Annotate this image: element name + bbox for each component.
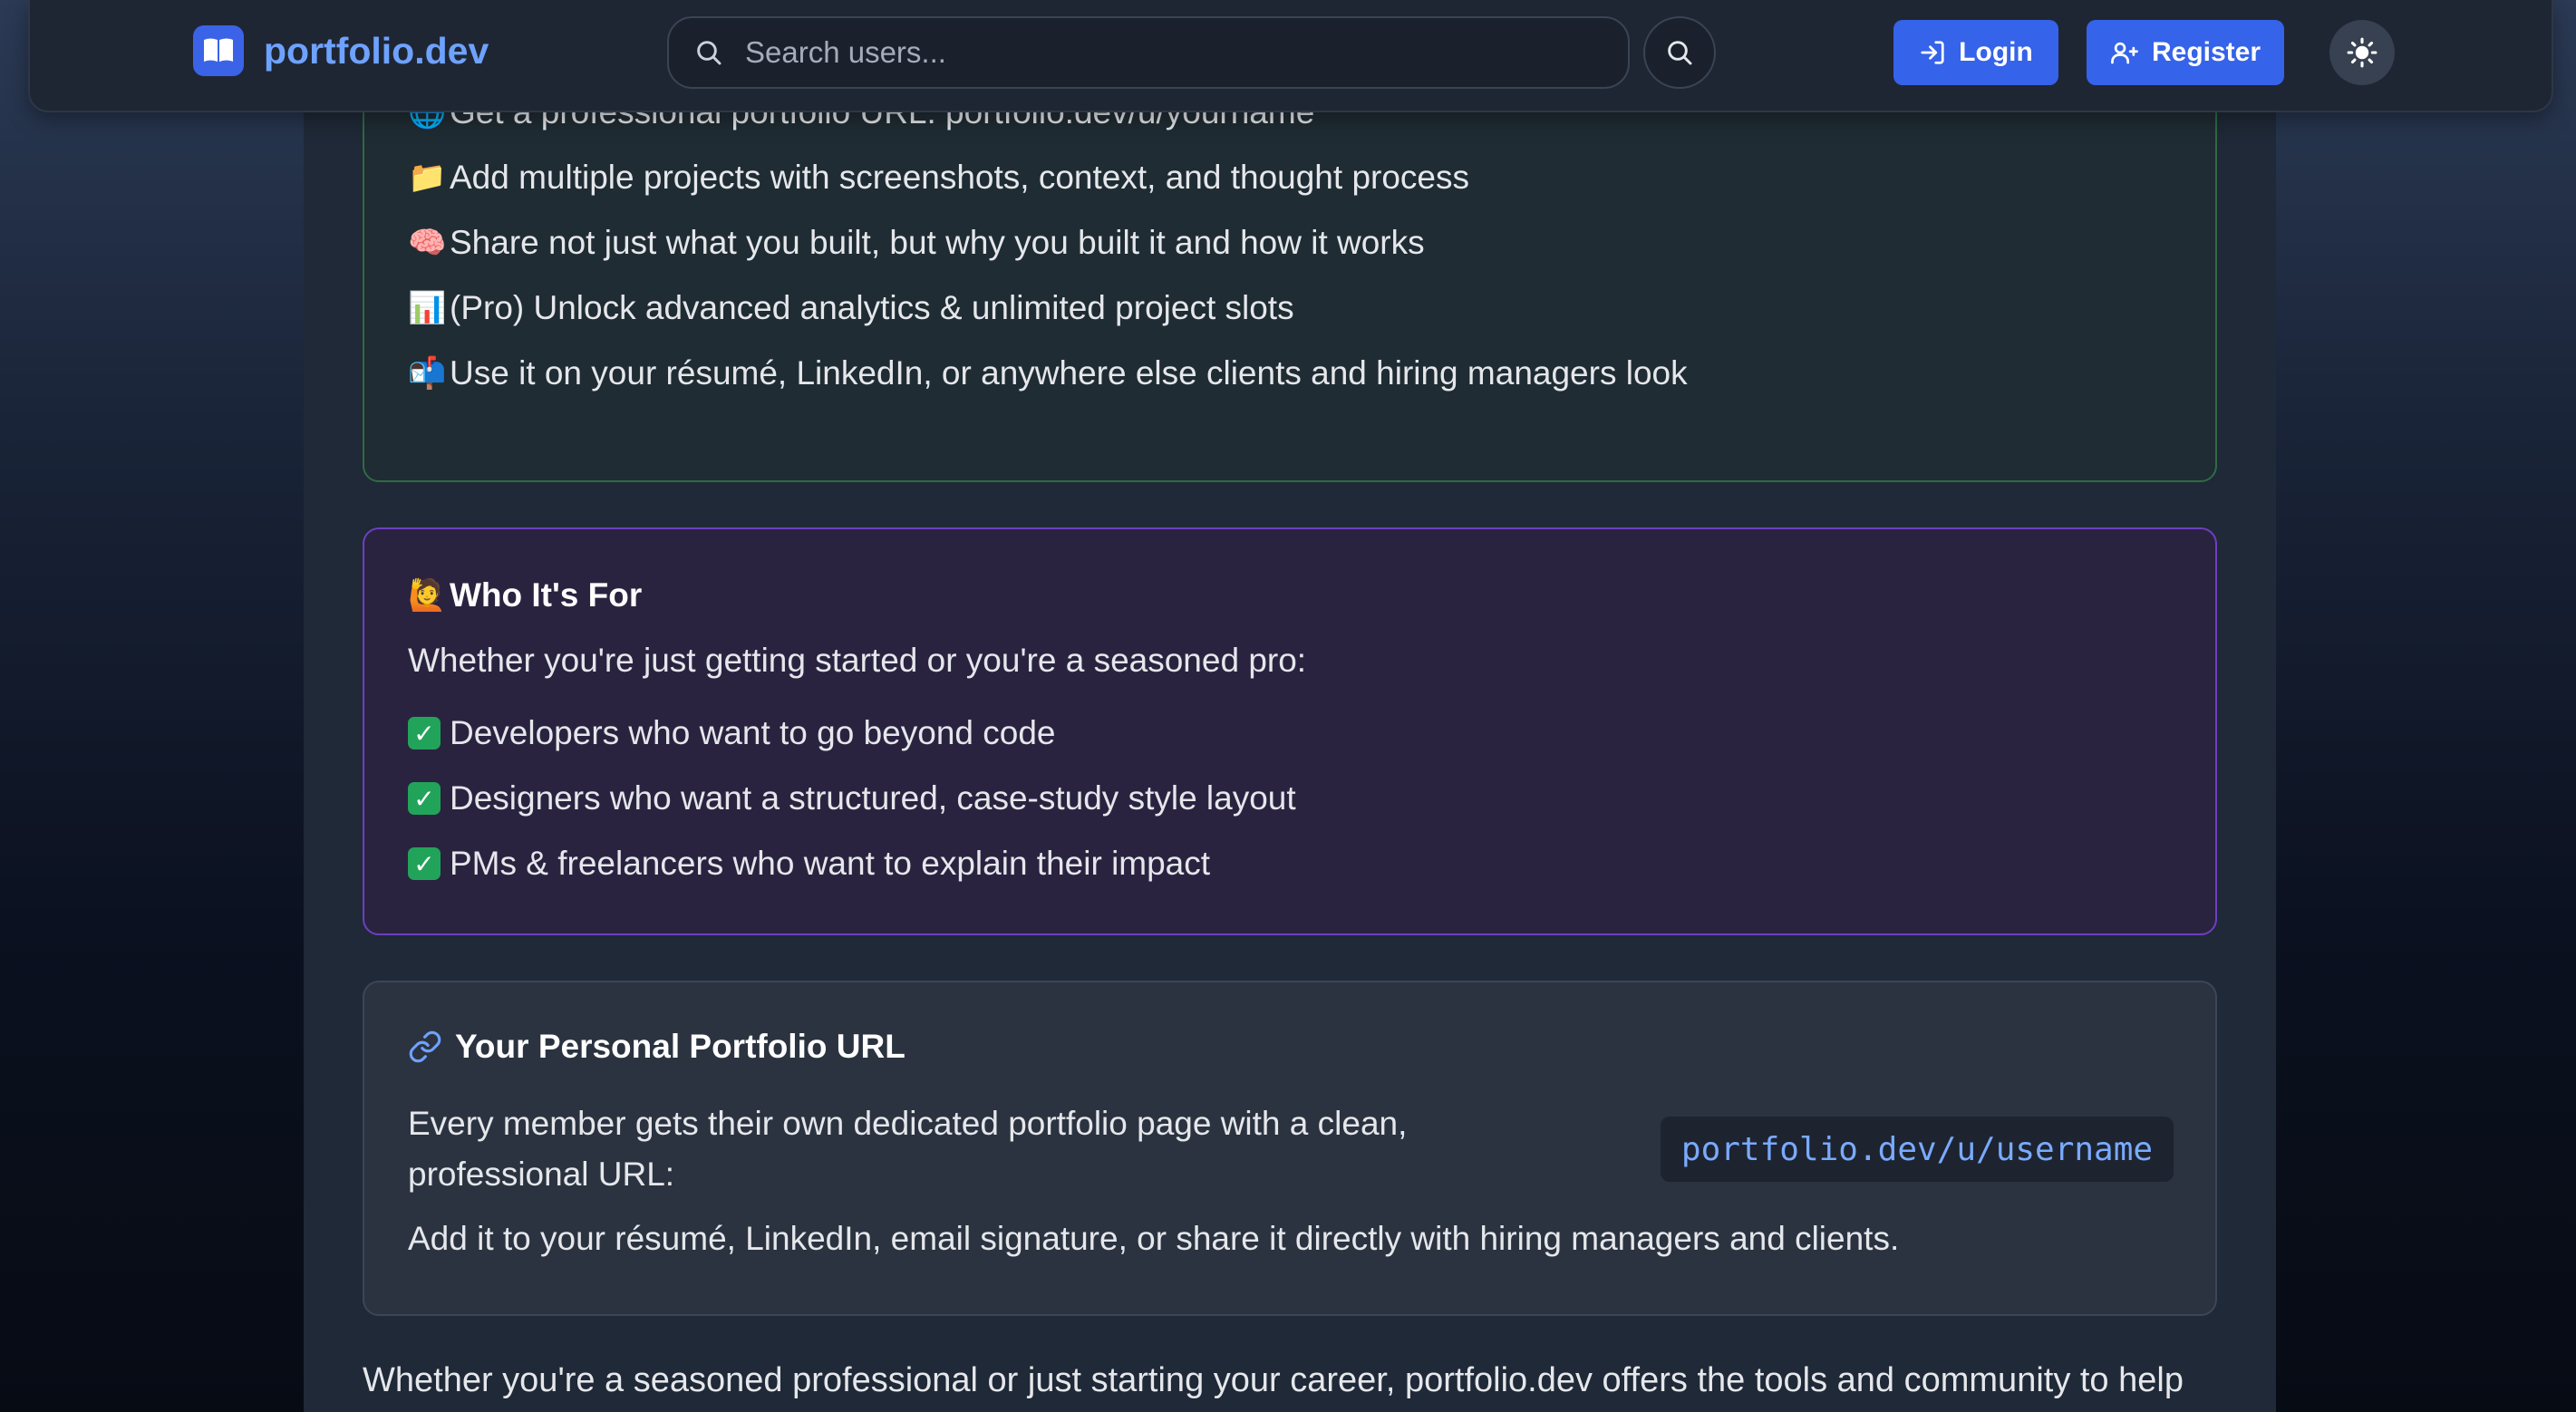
brain-icon: 🧠 xyxy=(408,226,447,260)
brand-logo[interactable]: portfolio.dev xyxy=(193,25,489,76)
search-input[interactable] xyxy=(745,35,1628,70)
list-item: ✓ Designers who want a structured, case-… xyxy=(408,779,1296,817)
register-label: Register xyxy=(2151,37,2261,67)
list-item: ✓ PMs & freelancers who want to explain … xyxy=(408,845,1210,883)
section-intro: Whether you're just getting started or y… xyxy=(408,642,1307,679)
theme-toggle-button[interactable] xyxy=(2329,20,2395,85)
section-title: Your Personal Portfolio URL xyxy=(408,1028,905,1066)
url-example-code: portfolio.dev/u/username xyxy=(1661,1117,2174,1182)
user-plus-icon xyxy=(2111,42,2138,64)
portfolio-url-card: Your Personal Portfolio URL Every member… xyxy=(363,981,2217,1316)
chart-icon: 📊 xyxy=(408,291,447,325)
list-item: ✓ Developers who want to go beyond code xyxy=(408,714,1056,752)
list-item: 📊 (Pro) Unlock advanced analytics & unli… xyxy=(408,289,1294,326)
book-icon xyxy=(193,25,244,76)
brand-name: portfolio.dev xyxy=(264,29,489,72)
raising-hand-icon: 🙋 xyxy=(408,578,447,613)
link-icon xyxy=(409,1030,441,1063)
check-icon: ✓ xyxy=(408,717,441,750)
list-item: 🧠 Share not just what you built, but why… xyxy=(408,224,1425,261)
login-label: Login xyxy=(1959,37,2033,67)
closing-paragraph: Whether you're a seasoned professional o… xyxy=(363,1361,2184,1399)
check-icon: ✓ xyxy=(408,847,441,880)
search-bar xyxy=(667,16,1630,89)
url-note: Add it to your résumé, LinkedIn, email s… xyxy=(408,1220,1900,1257)
top-navbar: portfolio.dev Login Register xyxy=(28,0,2553,112)
search-icon xyxy=(1668,41,1692,65)
section-title: 🙋 Who It's For xyxy=(408,576,643,614)
login-button[interactable]: Login xyxy=(1893,20,2058,85)
login-icon xyxy=(1921,41,1944,64)
search-button[interactable] xyxy=(1643,16,1716,89)
mailbox-icon: 📬 xyxy=(408,356,447,391)
list-item: 📁 Add multiple projects with screenshots… xyxy=(408,159,1469,196)
search-icon xyxy=(697,41,721,65)
sun-icon xyxy=(2347,37,2377,68)
check-icon: ✓ xyxy=(408,782,441,815)
list-item: 📬 Use it on your résumé, LinkedIn, or an… xyxy=(408,354,1688,392)
who-its-for-card: 🙋 Who It's For Whether you're just getti… xyxy=(363,527,2217,935)
url-description: Every member gets their own dedicated po… xyxy=(408,1105,1408,1193)
register-button[interactable]: Register xyxy=(2087,20,2284,85)
folder-icon: 📁 xyxy=(408,160,447,195)
